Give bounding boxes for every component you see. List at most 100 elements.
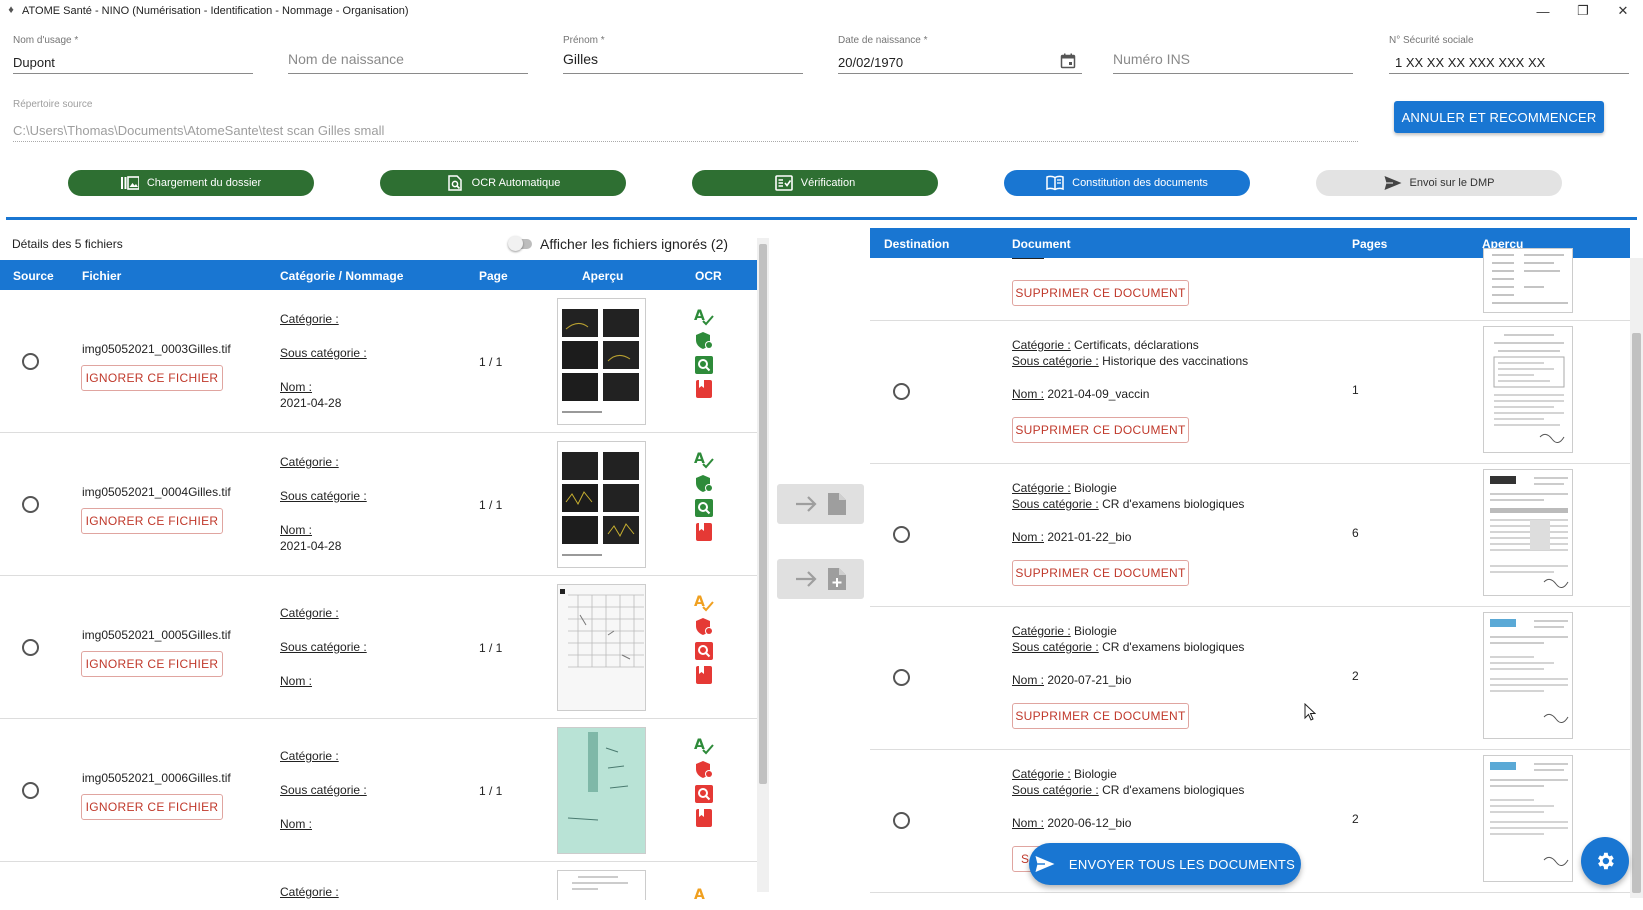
prenom-field[interactable]: Prénom * Gilles bbox=[563, 35, 803, 74]
file-preview[interactable] bbox=[557, 870, 646, 900]
show-ignored-toggle[interactable]: Afficher les fichiers ignorés (2) bbox=[508, 236, 728, 252]
delete-document-button[interactable]: SUPPRIMER CE DOCUMENT bbox=[1012, 560, 1189, 586]
col-pages: Pages bbox=[1352, 237, 1388, 251]
ignore-file-button[interactable]: IGNORER CE FICHIER bbox=[81, 508, 223, 534]
ignore-file-button[interactable]: IGNORER CE FICHIER bbox=[81, 365, 223, 391]
send-icon bbox=[1035, 856, 1055, 872]
send-all-documents-button[interactable]: ENVOYER TOUS LES DOCUMENTS bbox=[1029, 843, 1301, 885]
table-row[interactable]: Catégorie : Certificats, déclarations So… bbox=[870, 321, 1630, 464]
page-value: 1 / 1 bbox=[479, 641, 503, 655]
scrollbar-thumb[interactable] bbox=[1632, 333, 1641, 893]
minimize-button[interactable]: — bbox=[1523, 0, 1563, 22]
calendar-icon[interactable] bbox=[1060, 53, 1076, 69]
table-row[interactable]: Catégorie : Biologie Sous catégorie : CR… bbox=[870, 464, 1630, 607]
page-value: 1 / 1 bbox=[479, 498, 503, 512]
source-radio[interactable] bbox=[22, 639, 39, 656]
pages-value: 2 bbox=[1352, 669, 1359, 683]
delete-document-button[interactable]: SUPPRIMER CE DOCUMENT bbox=[1012, 703, 1189, 729]
document-preview[interactable] bbox=[1483, 612, 1573, 739]
settings-button[interactable] bbox=[1581, 837, 1629, 885]
categorie-label: Catégorie : bbox=[280, 455, 339, 469]
ins-field[interactable]: Numéro INS bbox=[1113, 36, 1353, 74]
file-preview[interactable] bbox=[557, 727, 646, 854]
table-row[interactable]: img05052021_0004Gilles.tif IGNORER CE FI… bbox=[0, 433, 757, 576]
files-scrollbar[interactable] bbox=[757, 238, 769, 892]
ins-placeholder: Numéro INS bbox=[1113, 51, 1191, 67]
sous-categorie-label: Sous catégorie : bbox=[1012, 354, 1099, 368]
table-row[interactable]: img05052021_0006Gilles.tif IGNORER CE FI… bbox=[0, 719, 757, 862]
sous-categorie-label: Sous catégorie : bbox=[1012, 497, 1099, 511]
bookmark-icon bbox=[696, 809, 712, 827]
document-preview[interactable] bbox=[1483, 469, 1573, 596]
table-row[interactable]: Catégorie : A bbox=[0, 862, 757, 903]
categorie-value: Biologie bbox=[1074, 624, 1117, 638]
nom-naissance-field[interactable]: Nom de naissance bbox=[288, 36, 528, 74]
scrollbar-thumb[interactable] bbox=[759, 244, 767, 784]
nom-usage-field[interactable]: Nom d'usage * Dupont bbox=[13, 35, 253, 74]
sous-categorie-label: Sous catégorie : bbox=[280, 489, 367, 503]
ignore-file-button[interactable]: IGNORER CE FICHIER bbox=[81, 651, 223, 677]
col-categorie: Catégorie / Nommage bbox=[280, 269, 404, 283]
document-preview[interactable] bbox=[1483, 755, 1573, 882]
table-row[interactable]: SUPPRIMER CE DOCUMENT bbox=[870, 248, 1630, 321]
secu-field[interactable]: N° Sécurité sociale 1 XX XX XX XXX XXX X… bbox=[1389, 35, 1629, 74]
pages-value: 1 bbox=[1352, 383, 1359, 397]
documents-scrollbar[interactable] bbox=[1630, 258, 1643, 898]
source-radio[interactable] bbox=[22, 782, 39, 799]
document-preview[interactable] bbox=[1483, 248, 1573, 313]
truncated-text bbox=[1012, 258, 1044, 259]
file-name: img05052021_0006Gilles.tif bbox=[82, 771, 231, 785]
destination-radio[interactable] bbox=[893, 383, 910, 400]
file-preview[interactable] bbox=[557, 584, 646, 711]
delete-document-button[interactable]: SUPPRIMER CE DOCUMENT bbox=[1012, 417, 1189, 443]
date-naissance-field[interactable]: Date de naissance * 20/02/1970 bbox=[838, 35, 1082, 74]
destination-radio[interactable] bbox=[893, 526, 910, 543]
col-destination: Destination bbox=[884, 237, 950, 251]
step-envoi-dmp[interactable]: Envoi sur le DMP bbox=[1316, 170, 1562, 196]
document-search-icon bbox=[447, 175, 462, 191]
toggle-switch[interactable] bbox=[508, 236, 532, 251]
categorie-label: Catégorie : bbox=[280, 312, 339, 326]
date-naissance-value: 20/02/1970 bbox=[838, 55, 904, 70]
source-directory-label: Répertoire source bbox=[13, 99, 93, 110]
source-radio[interactable] bbox=[22, 496, 39, 513]
nom-label: Nom : bbox=[280, 380, 313, 394]
files-count-label: Détails des 5 fichiers bbox=[12, 237, 123, 251]
step-constitution[interactable]: Constitution des documents bbox=[1004, 170, 1250, 196]
ignore-file-button[interactable]: IGNORER CE FICHIER bbox=[81, 794, 223, 820]
svg-text:A: A bbox=[694, 887, 705, 903]
gallery-icon bbox=[120, 176, 139, 190]
table-row[interactable]: img05052021_0005Gilles.tif IGNORER CE FI… bbox=[0, 576, 757, 719]
pages-value: 2 bbox=[1352, 812, 1359, 826]
step-chargement[interactable]: Chargement du dossier bbox=[68, 170, 314, 196]
step-ocr[interactable]: OCR Automatique bbox=[380, 170, 626, 196]
section-divider bbox=[6, 217, 1637, 220]
ocr-status: A bbox=[694, 886, 716, 910]
document-preview[interactable] bbox=[1483, 326, 1573, 453]
nom-usage-value: Dupont bbox=[13, 55, 55, 70]
categorie-value: Certificats, déclarations bbox=[1074, 338, 1199, 352]
destination-radio[interactable] bbox=[893, 812, 910, 829]
nom-label: Nom : bbox=[1012, 387, 1045, 401]
new-document-button[interactable] bbox=[777, 559, 864, 599]
maximize-button[interactable]: ❐ bbox=[1563, 0, 1603, 22]
cancel-restart-button[interactable]: ANNULER ET RECOMMENCER bbox=[1394, 101, 1604, 133]
destination-radio[interactable] bbox=[893, 669, 910, 686]
categorie-value: Biologie bbox=[1074, 767, 1117, 781]
step-label: Constitution des documents bbox=[1072, 177, 1208, 189]
file-preview[interactable] bbox=[557, 298, 646, 425]
add-to-document-button[interactable] bbox=[777, 484, 864, 524]
file-preview[interactable] bbox=[557, 441, 646, 568]
table-row[interactable]: img05052021_0003Gilles.tif IGNORER CE FI… bbox=[0, 290, 757, 433]
table-row[interactable]: Catégorie : Biologie Sous catégorie : CR… bbox=[870, 607, 1630, 750]
delete-document-button[interactable]: SUPPRIMER CE DOCUMENT bbox=[1012, 280, 1189, 306]
bookmark-icon bbox=[696, 380, 712, 398]
nom-value: 2021-01-22_bio bbox=[1047, 530, 1132, 544]
close-button[interactable]: ✕ bbox=[1603, 0, 1643, 22]
spellcheck-icon: A bbox=[694, 451, 714, 469]
nom-label: Nom : bbox=[1012, 530, 1045, 544]
bookmark-icon bbox=[696, 523, 712, 541]
source-radio[interactable] bbox=[22, 353, 39, 370]
step-verification[interactable]: Vérification bbox=[692, 170, 938, 196]
search-document-icon bbox=[695, 356, 713, 374]
